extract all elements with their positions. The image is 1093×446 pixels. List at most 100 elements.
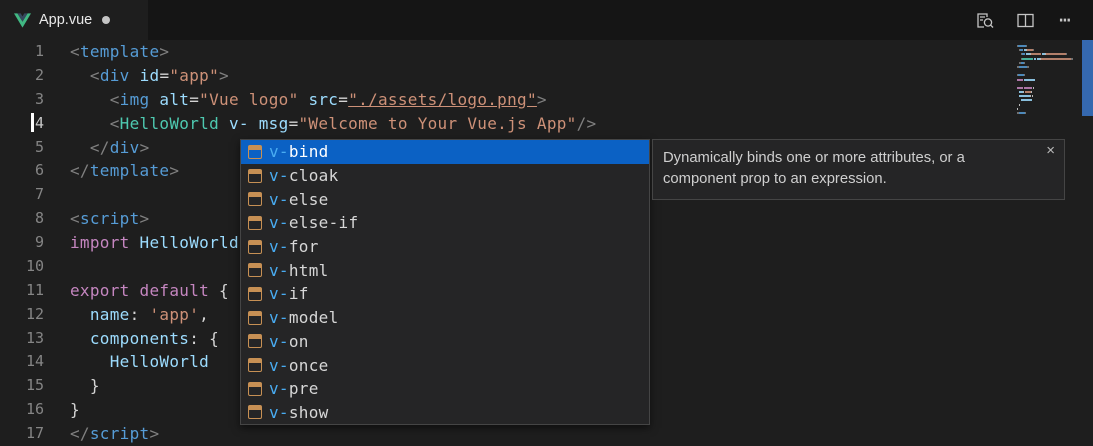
suggest-label: show xyxy=(289,403,329,422)
suggest-label: if xyxy=(289,284,309,303)
suggest-match-text: v- xyxy=(269,190,289,209)
suggest-item-v-once[interactable]: v-once xyxy=(241,353,649,377)
property-icon xyxy=(248,334,262,348)
suggest-label: html xyxy=(289,261,329,280)
suggest-item-v-show[interactable]: v-show xyxy=(241,401,649,425)
suggest-item-v-bind[interactable]: v-bind xyxy=(241,140,649,164)
line-number[interactable]: 17 xyxy=(0,422,56,446)
code-token: 'app' xyxy=(149,305,199,324)
code-token: "Welcome to Your Vue.js App" xyxy=(299,114,577,133)
suggest-item-v-else[interactable]: v-else xyxy=(241,187,649,211)
scrollbar-thumb[interactable] xyxy=(1082,40,1093,116)
line-number[interactable]: 7 xyxy=(0,183,56,207)
minimap-line xyxy=(1017,53,1079,55)
close-icon[interactable]: × xyxy=(1046,143,1055,158)
code-token: "./assets/logo.png" xyxy=(348,90,537,109)
suggest-label: for xyxy=(289,237,319,256)
modified-dot-icon[interactable] xyxy=(102,16,110,24)
suggest-label: else xyxy=(289,190,329,209)
code-token: > xyxy=(537,90,547,109)
code-token: > xyxy=(140,138,150,157)
tab-bar: App.vue ⋯ xyxy=(0,0,1093,40)
code-token: < xyxy=(110,114,120,133)
code-line-2[interactable]: <div id="app"> xyxy=(70,64,1093,88)
gutter: 1234567891011121314151617 xyxy=(0,40,56,446)
code-token: { xyxy=(209,329,219,348)
minimap-line xyxy=(1017,49,1079,51)
line-number[interactable]: 12 xyxy=(0,303,56,327)
code-token: template xyxy=(90,161,169,180)
code-line-1[interactable]: <template> xyxy=(70,40,1093,64)
line-number[interactable]: 9 xyxy=(0,231,56,255)
minimap-line xyxy=(1017,58,1079,60)
line-number[interactable]: 4 xyxy=(0,112,56,136)
code-token: { xyxy=(219,281,229,300)
suggestion-doc-panel: Dynamically binds one or more attributes… xyxy=(652,139,1065,200)
minimap-line xyxy=(1017,83,1079,85)
code-token xyxy=(299,90,309,109)
minimap-line xyxy=(1017,74,1079,76)
code-token xyxy=(199,329,209,348)
code-token: div xyxy=(110,138,140,157)
suggest-item-v-else-if[interactable]: v-else-if xyxy=(241,211,649,235)
open-preview-icon[interactable] xyxy=(975,10,995,30)
code-token: : xyxy=(130,305,140,324)
code-token: HelloWorld xyxy=(140,233,239,252)
line-number[interactable]: 16 xyxy=(0,398,56,422)
suggest-match-text: v- xyxy=(269,403,289,422)
editor-cursor xyxy=(31,113,34,132)
suggest-label: bind xyxy=(289,142,329,161)
code-token: script xyxy=(80,209,140,228)
code-token xyxy=(219,114,229,133)
suggest-item-v-pre[interactable]: v-pre xyxy=(241,377,649,401)
minimap[interactable] xyxy=(1017,45,1079,116)
code-token xyxy=(130,233,140,252)
line-number[interactable]: 2 xyxy=(0,64,56,88)
property-icon xyxy=(248,263,262,277)
line-number[interactable]: 1 xyxy=(0,40,56,64)
suggest-match-text: v- xyxy=(269,237,289,256)
line-number[interactable]: 3 xyxy=(0,88,56,112)
property-icon xyxy=(248,216,262,230)
minimap-line xyxy=(1017,66,1079,68)
line-number[interactable]: 13 xyxy=(0,327,56,351)
code-token xyxy=(70,329,90,348)
line-number[interactable]: 11 xyxy=(0,279,56,303)
suggest-item-v-html[interactable]: v-html xyxy=(241,258,649,282)
suggest-item-v-if[interactable]: v-if xyxy=(241,282,649,306)
suggest-item-v-for[interactable]: v-for xyxy=(241,235,649,259)
code-line-3[interactable]: <img alt="Vue logo" src="./assets/logo.p… xyxy=(70,88,1093,112)
suggest-label: pre xyxy=(289,379,319,398)
suggest-item-v-cloak[interactable]: v-cloak xyxy=(241,164,649,188)
code-token: /> xyxy=(577,114,597,133)
code-token: src xyxy=(308,90,338,109)
suggest-item-v-on[interactable]: v-on xyxy=(241,330,649,354)
property-icon xyxy=(248,358,262,372)
suggest-match-text: v- xyxy=(269,213,289,232)
more-actions-icon[interactable]: ⋯ xyxy=(1055,10,1075,30)
code-line-17[interactable]: </script> xyxy=(70,422,1093,446)
property-icon xyxy=(248,192,262,206)
minimap-line xyxy=(1017,112,1079,114)
line-number[interactable]: 8 xyxy=(0,207,56,231)
line-number[interactable]: 14 xyxy=(0,350,56,374)
code-token xyxy=(70,305,90,324)
suggest-match-text: v- xyxy=(269,332,289,351)
code-token: > xyxy=(159,42,169,61)
line-number[interactable]: 5 xyxy=(0,136,56,160)
code-token: </ xyxy=(70,161,90,180)
line-number[interactable]: 6 xyxy=(0,159,56,183)
code-token xyxy=(70,352,110,371)
line-number[interactable]: 10 xyxy=(0,255,56,279)
suggest-match-text: v- xyxy=(269,284,289,303)
property-icon xyxy=(248,405,262,419)
split-editor-icon[interactable] xyxy=(1015,10,1035,30)
suggest-item-v-model[interactable]: v-model xyxy=(241,306,649,330)
minimap-line xyxy=(1017,95,1079,97)
code-line-4[interactable]: <HelloWorld v- msg="Welcome to Your Vue.… xyxy=(70,112,1093,136)
line-number[interactable]: 15 xyxy=(0,374,56,398)
suggest-match-text: v- xyxy=(269,261,289,280)
tab-app-vue[interactable]: App.vue xyxy=(0,0,148,40)
code-token: : xyxy=(189,329,199,348)
property-icon xyxy=(248,145,262,159)
